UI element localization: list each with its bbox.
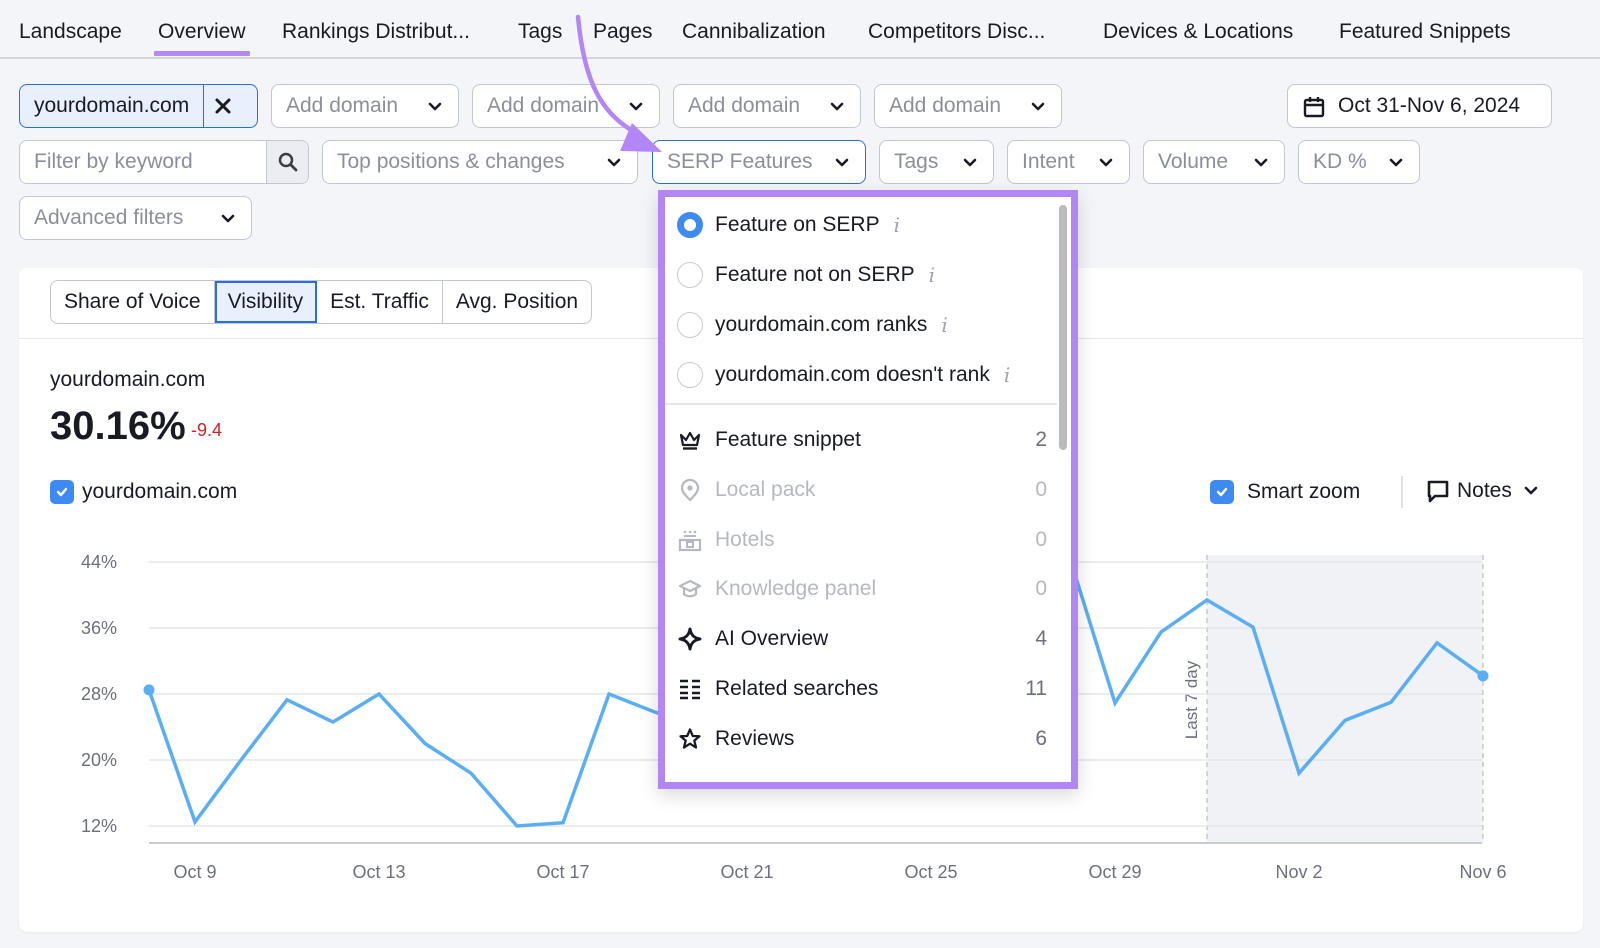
serp-feature-count: 0 <box>1035 527 1047 551</box>
serp-feature-label: Feature snippet <box>715 428 861 451</box>
serp-mode-label: yourdomain.com doesn't rank <box>715 363 990 386</box>
x-tick-label: Nov 6 <box>1459 862 1506 882</box>
menu-divider <box>665 403 1057 405</box>
serp-feature-count: 6 <box>1035 726 1047 750</box>
x-tick-label: Nov 2 <box>1275 862 1322 882</box>
serp-feature-option: Local pack 0 <box>677 470 1047 510</box>
serp-feature-label: Local pack <box>715 477 816 501</box>
y-tick-label: 36% <box>81 618 117 638</box>
x-tick-label: Oct 13 <box>352 862 405 882</box>
y-tick-label: 44% <box>81 552 117 572</box>
radio-button[interactable] <box>677 262 703 288</box>
serp-mode-option[interactable]: yourdomain.com ranks i <box>677 305 1047 345</box>
serp-feature-label: Knowledge panel <box>715 577 877 601</box>
x-tick-label: Oct 9 <box>173 862 216 882</box>
radio-button[interactable] <box>677 312 703 338</box>
serp-mode-option[interactable]: Feature not on SERP i <box>677 255 1047 295</box>
serp-feature-label: AI Overview <box>715 627 829 651</box>
list-icon <box>677 676 703 702</box>
serp-mode-label: yourdomain.com ranks <box>715 313 928 336</box>
graduation-cap-icon <box>677 576 703 602</box>
serp-feature-count: 0 <box>1035 577 1047 601</box>
x-tick-label: Oct 17 <box>536 862 589 882</box>
serp-feature-label: Hotels <box>715 527 775 551</box>
star-icon <box>677 726 703 752</box>
serp-feature-count: 11 <box>1025 677 1047 700</box>
serp-mode-label: Feature on SERP <box>715 213 880 236</box>
serp-features-menu: Feature on SERP i Feature not on SERP i your… <box>658 190 1078 789</box>
hotel-icon <box>677 527 703 553</box>
x-tick-label: Oct 21 <box>720 862 773 882</box>
serp-feature-count: 0 <box>1035 477 1047 501</box>
info-icon[interactable]: i <box>894 213 900 237</box>
series-endpoint <box>1477 670 1489 682</box>
radio-button[interactable] <box>677 212 703 238</box>
serp-feature-count: 4 <box>1035 627 1047 651</box>
serp-feature-option[interactable]: Related searches 11 <box>677 669 1047 709</box>
last-7-days-band <box>1207 555 1483 843</box>
serp-feature-count: 2 <box>1035 428 1047 451</box>
serp-feature-label: Related searches <box>715 677 879 700</box>
menu-scrollbar[interactable] <box>1059 205 1067 450</box>
map-pin-icon <box>677 477 703 503</box>
serp-feature-option: Knowledge panel 0 <box>677 569 1047 609</box>
ai-sparkle-icon <box>677 626 703 652</box>
serp-feature-option: Hotels 0 <box>677 520 1047 560</box>
serp-mode-option[interactable]: yourdomain.com doesn't rank i <box>677 355 1047 395</box>
info-icon[interactable]: i <box>929 263 935 287</box>
serp-feature-option[interactable]: AI Overview 4 <box>677 619 1047 659</box>
radio-button[interactable] <box>677 362 703 388</box>
y-tick-label: 12% <box>81 816 117 836</box>
y-tick-label: 20% <box>81 750 117 770</box>
serp-feature-option[interactable]: Reviews 6 <box>677 719 1047 759</box>
serp-mode-label: Feature not on SERP <box>715 263 915 286</box>
y-tick-label: 28% <box>81 684 117 704</box>
serp-mode-option[interactable]: Feature on SERP i <box>677 205 1047 245</box>
x-tick-label: Oct 25 <box>904 862 957 882</box>
serp-feature-label: Reviews <box>715 726 795 750</box>
info-icon[interactable]: i <box>1004 363 1010 387</box>
info-icon[interactable]: i <box>941 313 947 337</box>
series-endpoint <box>143 684 155 696</box>
band-label: Last 7 day <box>1182 660 1201 739</box>
serp-feature-option[interactable]: Feature snippet 2 <box>677 420 1047 460</box>
x-tick-label: Oct 29 <box>1088 862 1141 882</box>
crown-icon <box>677 427 703 453</box>
